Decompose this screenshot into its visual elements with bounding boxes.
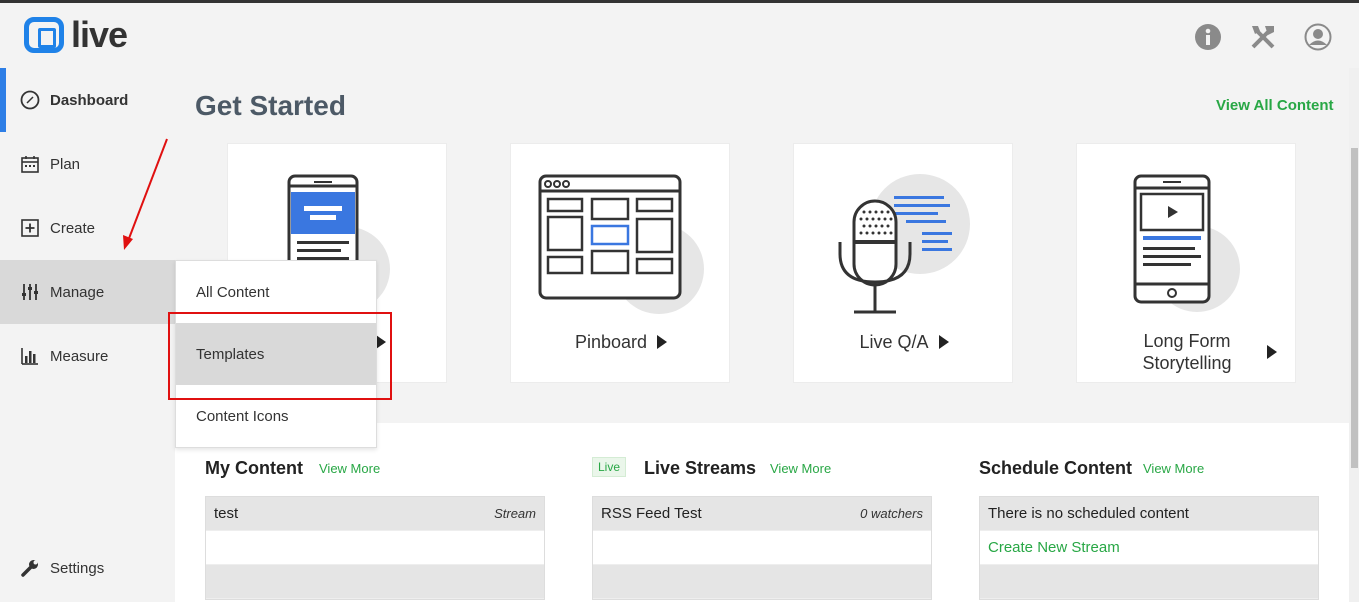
card-label: Pinboard (511, 331, 731, 353)
tools-icon[interactable] (1249, 23, 1277, 51)
schedule-content-title: Schedule Content (979, 458, 1133, 478)
pinboard-card[interactable]: Pinboard (510, 143, 730, 383)
schedule-view-more[interactable]: View More (1143, 461, 1204, 476)
sidebar-item-dashboard[interactable]: Dashboard (0, 68, 175, 132)
play-icon (938, 335, 949, 349)
card-label: Live Q/A (794, 331, 1014, 353)
sidebar-item-label: Dashboard (50, 91, 129, 109)
create-new-stream-link[interactable]: Create New Stream (980, 531, 1318, 565)
card-label: Long Form Storytelling (1142, 331, 1232, 373)
page-title: Get Started (195, 90, 346, 121)
list-item: There is no scheduled content (980, 497, 1318, 531)
live-streams-list: RSS Feed Test 0 watchers (592, 496, 932, 600)
microphone-icon (838, 174, 970, 314)
live-streams-view-more[interactable]: View More (770, 461, 831, 476)
annotation-arrow-icon (123, 138, 168, 250)
long-form-storytelling-card[interactable]: Long Form Storytelling (1076, 143, 1296, 383)
sidebar-item-measure[interactable]: Measure (0, 324, 175, 388)
scrollbar[interactable] (1349, 68, 1359, 602)
sidebar-item-manage[interactable]: Manage (0, 260, 175, 324)
list-item (980, 565, 1318, 599)
sidebar-item-label: Settings (50, 559, 105, 577)
mobile-video-icon (1133, 174, 1240, 312)
list-item (206, 531, 544, 565)
plus-square-icon (21, 219, 39, 237)
compass-icon (20, 90, 40, 110)
calendar-icon (21, 156, 39, 173)
live-streams-title: Live Streams (644, 458, 757, 478)
pinboard-icon (538, 174, 704, 314)
live-qa-card[interactable]: Live Q/A (793, 143, 1013, 383)
my-content-list: test Stream (205, 496, 545, 600)
user-icon[interactable] (1304, 23, 1332, 51)
sidebar-item-label: Plan (50, 155, 81, 173)
list-item[interactable]: RSS Feed Test 0 watchers (593, 497, 931, 531)
sidebar-item-label: Measure (50, 347, 109, 365)
logo-text: live (71, 14, 128, 55)
content-panels: My Content View More test Stream Live Li… (175, 423, 1349, 602)
list-item (593, 565, 931, 599)
sidebar-item-label: Manage (50, 283, 105, 301)
schedule-list: There is no scheduled content Create New… (979, 496, 1319, 600)
list-item (593, 531, 931, 565)
my-content-title: My Content (205, 458, 303, 478)
annotation-highlight-box (168, 312, 392, 400)
my-content-view-more[interactable]: View More (319, 461, 380, 476)
list-item (206, 565, 544, 599)
view-all-content-link[interactable]: View All Content (1216, 97, 1334, 114)
wrench-icon (21, 560, 38, 577)
play-icon (657, 335, 668, 349)
sliders-icon (22, 284, 38, 300)
play-icon (1267, 345, 1277, 359)
top-bar: live (0, 0, 1359, 68)
info-icon[interactable] (1194, 23, 1222, 51)
logo-icon (24, 17, 64, 53)
live-badge: Live (592, 457, 627, 477)
app-logo[interactable]: live (24, 14, 128, 55)
scrollbar-thumb[interactable] (1351, 148, 1358, 468)
sidebar-item-settings[interactable]: Settings (0, 536, 175, 600)
sidebar-item-label: Create (50, 219, 96, 237)
bar-chart-icon (21, 348, 38, 365)
list-item[interactable]: test Stream (206, 497, 544, 531)
